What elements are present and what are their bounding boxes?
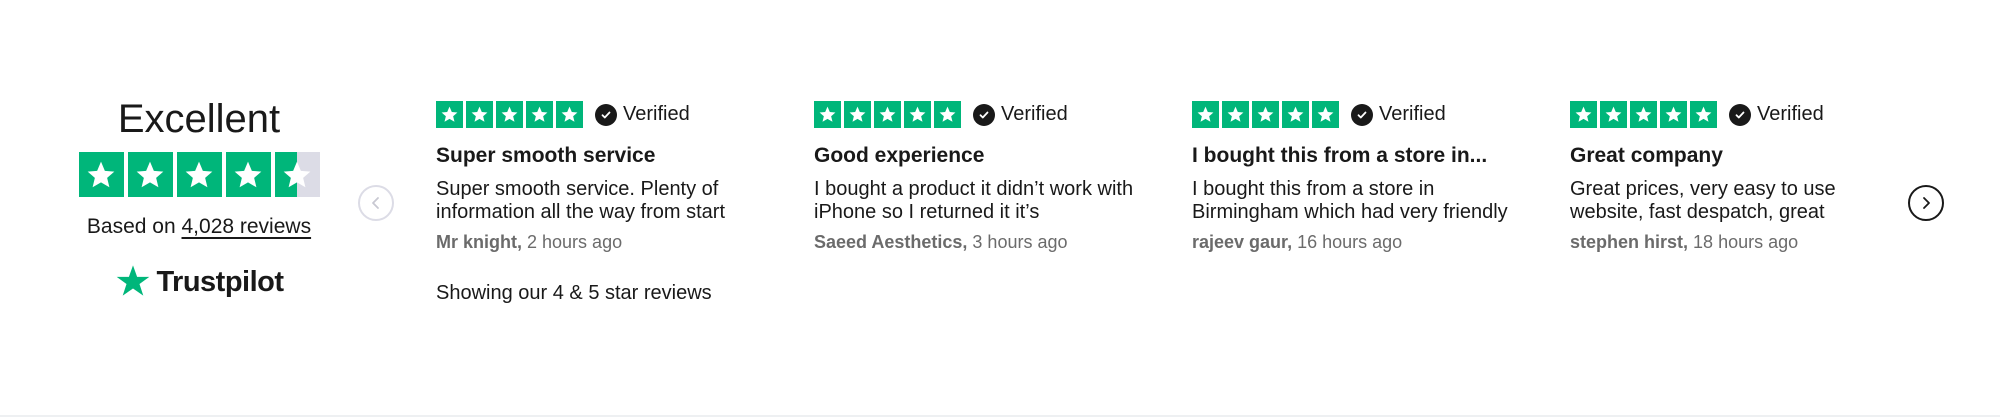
star-icon <box>1570 101 1597 128</box>
star-icon <box>1282 101 1309 128</box>
star-icon <box>904 101 931 128</box>
review-title[interactable]: Super smooth service <box>436 142 766 170</box>
review-body: Great prices, very easy to use website, … <box>1570 178 1836 223</box>
carousel-next-button[interactable] <box>1908 185 1944 221</box>
review-card[interactable]: Verified Good experience I bought a prod… <box>814 101 1144 253</box>
star-icon <box>1630 101 1657 128</box>
review-body: I bought a product it didn’t work with i… <box>814 178 1134 223</box>
review-author: stephen hirst, <box>1570 232 1689 252</box>
review-title[interactable]: I bought this from a store in... <box>1192 142 1522 170</box>
star-icon <box>496 101 523 128</box>
trustscore-summary: Excellent Based on 4,028 reviews Trustpi… <box>66 92 332 301</box>
review-card[interactable]: Verified Great company Great prices, ver… <box>1570 101 1870 253</box>
review-body: Super smooth service. Plenty of informat… <box>436 178 725 223</box>
check-circle-icon <box>595 103 617 126</box>
review-author: Mr knight, <box>436 232 522 252</box>
review-card[interactable]: Verified Super smooth service Super smoo… <box>436 101 766 253</box>
star-icon <box>526 101 553 128</box>
star-icon <box>874 101 901 128</box>
star-icon <box>1660 101 1687 128</box>
review-meta: rajeev gaur, 16 hours ago <box>1192 232 1522 253</box>
review-stars <box>436 101 583 128</box>
trustpilot-star-icon <box>117 265 150 296</box>
verified-label: Verified <box>1757 103 1824 125</box>
review-stars <box>1192 101 1339 128</box>
showing-filter-text: Showing our 4 & 5 star reviews <box>436 282 712 304</box>
star-icon <box>78 152 124 197</box>
verified-badge: Verified <box>973 103 1068 126</box>
check-circle-icon <box>973 103 995 126</box>
star-icon <box>844 101 871 128</box>
review-header: Verified <box>814 101 1144 128</box>
carousel-prev-button[interactable] <box>358 185 394 221</box>
verified-badge: Verified <box>1729 103 1824 126</box>
review-header: Verified <box>1570 101 1870 128</box>
star-icon <box>1312 101 1339 128</box>
review-meta: Saeed Aesthetics, 3 hours ago <box>814 232 1144 253</box>
star-icon <box>556 101 583 128</box>
half-star-icon <box>274 152 320 197</box>
rating-label: Excellent <box>117 97 281 141</box>
review-card[interactable]: Verified I bought this from a store in..… <box>1192 101 1522 253</box>
summary-stars <box>66 152 332 197</box>
verified-badge: Verified <box>595 103 690 126</box>
star-icon <box>1252 101 1279 128</box>
star-icon <box>176 152 222 197</box>
verified-badge: Verified <box>1351 103 1446 126</box>
review-meta: Mr knight, 2 hours ago <box>436 232 766 253</box>
review-body: I bought this from a store in Birmingham… <box>1192 178 1508 223</box>
star-icon <box>1222 101 1249 128</box>
review-time: 3 hours ago <box>972 232 1068 252</box>
review-stars <box>814 101 961 128</box>
review-title[interactable]: Good experience <box>814 142 1144 170</box>
star-icon <box>466 101 493 128</box>
check-circle-icon <box>1351 103 1373 126</box>
review-header: Verified <box>1192 101 1522 128</box>
reviews-count-link[interactable]: 4,028 reviews <box>182 215 312 238</box>
based-on-prefix: Based on <box>86 215 176 238</box>
star-icon <box>934 101 961 128</box>
trustpilot-wordmark: Trustpilot <box>156 265 284 298</box>
star-icon <box>814 101 841 128</box>
verified-label: Verified <box>1379 103 1446 125</box>
based-on-text: Based on 4,028 reviews <box>66 213 332 241</box>
star-icon <box>1690 101 1717 128</box>
star-icon <box>225 152 271 197</box>
star-icon <box>127 152 173 197</box>
trustpilot-logo[interactable]: Trustpilot <box>66 263 332 301</box>
star-icon <box>436 101 463 128</box>
verified-label: Verified <box>1001 103 1068 125</box>
review-time: 18 hours ago <box>1693 232 1799 252</box>
review-time: 2 hours ago <box>527 232 623 252</box>
verified-label: Verified <box>623 103 690 125</box>
chevron-left-icon <box>372 197 379 209</box>
star-icon <box>1192 101 1219 128</box>
star-icon <box>1600 101 1627 128</box>
review-title[interactable]: Great company <box>1570 142 1870 170</box>
check-circle-icon <box>1729 103 1751 126</box>
review-author: rajeev gaur, <box>1192 232 1293 252</box>
review-time: 16 hours ago <box>1297 232 1403 252</box>
chevron-right-icon <box>1923 197 1930 209</box>
review-stars <box>1570 101 1717 128</box>
review-header: Verified <box>436 101 766 128</box>
review-author: Saeed Aesthetics, <box>814 232 968 252</box>
review-meta: stephen hirst, 18 hours ago <box>1570 232 1870 253</box>
